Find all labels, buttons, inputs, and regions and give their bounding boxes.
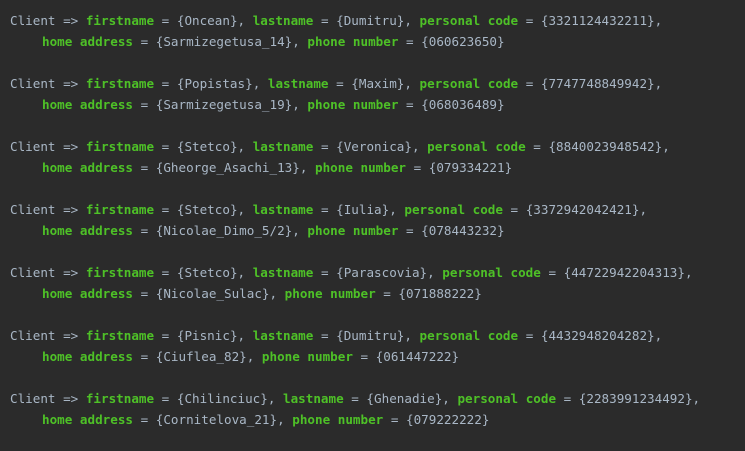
console-output: Client => firstname = {Oncean}, lastname… (10, 10, 745, 451)
home-address-value: Nicolae_Sulac (163, 286, 262, 301)
lastname-value: Veronica (343, 139, 405, 154)
record-line-1: Client => firstname = {Chilinciuc}, last… (10, 391, 701, 406)
record-line-2: home address = {Gheorge_Asachi_13}, phon… (42, 160, 513, 175)
client-prefix: Client => (10, 202, 79, 217)
personal-code-value: 4432948204282 (548, 328, 648, 343)
lastname-value: Maxim (358, 76, 397, 91)
record-line-2: home address = {Nicolae_Dimo_5/2}, phone… (42, 223, 505, 238)
lastname-label: lastname (283, 391, 344, 406)
firstname-label: firstname (85, 13, 155, 28)
client-record: Client => firstname = {Popistas}, lastna… (10, 73, 745, 136)
record-line-1: Client => firstname = {Popistas}, lastna… (10, 76, 663, 91)
personal-code-value: 44722942204313 (571, 265, 678, 280)
firstname-value: Stetco (184, 139, 230, 154)
home-address-label: home address (42, 349, 133, 364)
firstname-label: firstname (85, 391, 155, 406)
phone-number-label: phone number (261, 349, 353, 364)
home-address-value: Nicolae_Dimo_5/2 (163, 223, 285, 238)
client-record: Client => firstname = {Stetco}, lastname… (10, 199, 745, 262)
client-prefix: Client => (10, 13, 79, 28)
home-address-value: Sarmizegetusa_14 (163, 34, 285, 49)
phone-number-value: 060623650 (428, 34, 498, 49)
home-address-value: Gheorge_Asachi_13 (163, 160, 293, 175)
record-line-1: Client => firstname = {Oncean}, lastname… (10, 13, 663, 28)
phone-number-label: phone number (307, 97, 399, 112)
record-line-2: home address = {Cornitelova_21}, phone n… (42, 412, 490, 427)
client-prefix: Client => (10, 139, 79, 154)
firstname-label: firstname (85, 265, 155, 280)
client-prefix: Client => (10, 265, 79, 280)
lastname-value: Iulia (343, 202, 382, 217)
record-line-2: home address = {Ciuflea_82}, phone numbe… (42, 349, 460, 364)
phone-number-value: 078443232 (428, 223, 498, 238)
phone-number-value: 061447222 (383, 349, 452, 364)
client-prefix: Client => (10, 76, 79, 91)
client-record: Client => firstname = {Oncean}, lastname… (10, 10, 745, 73)
phone-number-label: phone number (315, 160, 406, 175)
home-address-label: home address (42, 97, 133, 112)
phone-number-label: phone number (307, 34, 399, 49)
home-address-label: home address (42, 286, 133, 301)
lastname-value: Dumitru (343, 328, 397, 343)
record-line-2: home address = {Nicolae_Sulac}, phone nu… (42, 286, 482, 301)
lastname-label: lastname (252, 328, 314, 343)
personal-code-value: 7747748849942 (548, 76, 648, 91)
lastname-value: Dumitru (343, 13, 397, 28)
firstname-value: Stetco (184, 265, 230, 280)
lastname-value: Parascovia (343, 265, 420, 280)
lastname-label: lastname (252, 139, 314, 154)
firstname-label: firstname (85, 202, 155, 217)
home-address-label: home address (42, 34, 133, 49)
client-prefix: Client => (10, 391, 79, 406)
personal-code-label: personal code (404, 202, 503, 217)
phone-number-value: 079222222 (413, 412, 482, 427)
phone-number-value: 071888222 (406, 286, 475, 301)
record-line-1: Client => firstname = {Stetco}, lastname… (10, 202, 648, 217)
firstname-value: Oncean (184, 13, 230, 28)
phone-number-label: phone number (292, 412, 384, 427)
client-record: Client => firstname = {Stetco}, lastname… (10, 262, 745, 325)
personal-code-value: 3372942042421 (533, 202, 632, 217)
personal-code-value: 3321124432211 (548, 13, 648, 28)
record-line-2: home address = {Sarmizegetusa_19}, phone… (42, 97, 505, 112)
personal-code-label: personal code (457, 391, 557, 406)
personal-code-value: 8840023948542 (556, 139, 655, 154)
phone-number-value: 079334221 (436, 160, 505, 175)
firstname-value: Stetco (184, 202, 230, 217)
record-line-1: Client => firstname = {Pisnic}, lastname… (10, 328, 663, 343)
lastname-label: lastname (267, 76, 329, 91)
firstname-value: Chilinciuc (184, 391, 261, 406)
firstname-value: Popistas (184, 76, 246, 91)
personal-code-value: 2283991234492 (586, 391, 685, 406)
client-record: Client => firstname = {Pisnic}, lastname… (10, 325, 745, 388)
lastname-label: lastname (252, 13, 314, 28)
record-line-2: home address = {Sarmizegetusa_14}, phone… (42, 34, 505, 49)
firstname-label: firstname (85, 76, 155, 91)
home-address-value: Ciuflea_82 (163, 349, 240, 364)
client-record: Client => firstname = {Chilinciuc}, last… (10, 388, 745, 451)
personal-code-label: personal code (419, 76, 519, 91)
home-address-label: home address (42, 223, 133, 238)
record-line-1: Client => firstname = {Stetco}, lastname… (10, 265, 693, 280)
phone-number-label: phone number (284, 286, 376, 301)
lastname-label: lastname (252, 265, 314, 280)
lastname-label: lastname (252, 202, 314, 217)
home-address-label: home address (42, 412, 133, 427)
home-address-value: Sarmizegetusa_19 (163, 97, 285, 112)
personal-code-label: personal code (419, 328, 519, 343)
record-line-1: Client => firstname = {Stetco}, lastname… (10, 139, 670, 154)
personal-code-label: personal code (427, 139, 526, 154)
personal-code-label: personal code (419, 13, 519, 28)
home-address-label: home address (42, 160, 133, 175)
firstname-label: firstname (85, 328, 155, 343)
client-record: Client => firstname = {Stetco}, lastname… (10, 136, 745, 199)
personal-code-label: personal code (442, 265, 541, 280)
lastname-value: Ghenadie (374, 391, 435, 406)
phone-number-label: phone number (307, 223, 399, 238)
client-prefix: Client => (10, 328, 79, 343)
home-address-value: Cornitelova_21 (163, 412, 270, 427)
firstname-label: firstname (85, 139, 155, 154)
phone-number-value: 068036489 (428, 97, 498, 112)
firstname-value: Pisnic (184, 328, 230, 343)
